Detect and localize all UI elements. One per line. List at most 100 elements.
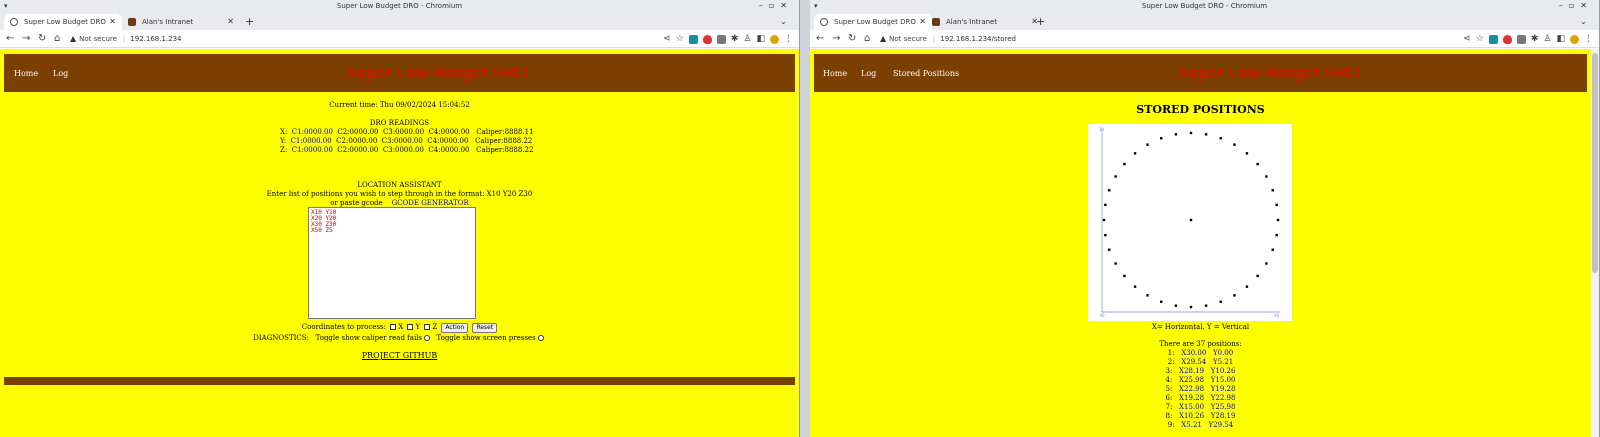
window-menu-icon[interactable]: ▾: [4, 0, 8, 12]
puzzle-icon[interactable]: ✱: [731, 34, 739, 44]
close-tab-icon[interactable]: ✕: [227, 14, 234, 30]
share-icon[interactable]: ⋖: [1463, 34, 1471, 44]
positions-list: 1: X30.00 Y0.00 2: X29.54 Y5.21 3: X28.19 …: [810, 349, 1591, 430]
tab-strip: Super Low Budget DRO ✕ Alan's Intranet ✕…: [810, 12, 1599, 30]
plot-point: [1204, 133, 1208, 136]
reload-icon[interactable]: ↻: [848, 32, 856, 46]
dro-c1-y[interactable]: C1:0000.00: [291, 137, 332, 145]
toggle-screen-radio[interactable]: [537, 335, 544, 341]
sidebar-icon[interactable]: ◧: [1556, 34, 1565, 44]
tab-dro[interactable]: Super Low Budget DRO ✕: [4, 14, 122, 30]
tab-search-icon[interactable]: ⌄: [780, 14, 787, 30]
reload-icon[interactable]: ↻: [38, 32, 46, 46]
forward-icon[interactable]: →: [22, 32, 30, 46]
share-icon[interactable]: ⋖: [663, 34, 671, 44]
dro-c1-x[interactable]: C1:0000.00: [292, 128, 333, 136]
position-row: 9: X5.21 Y29.54: [810, 421, 1591, 430]
flask-icon[interactable]: ♙: [743, 34, 751, 44]
count-text: There are 37 positions:: [1159, 340, 1242, 348]
diagnostics-row: DIAGNOSTICS: Toggle show caliper read fa…: [0, 334, 799, 343]
dro-heading: DRO READINGS: [369, 119, 430, 127]
back-icon[interactable]: ←: [816, 32, 824, 46]
shield-icon[interactable]: [1502, 34, 1512, 44]
menu-home[interactable]: Home: [823, 69, 847, 78]
project-github-link[interactable]: PROJECT GITHUB: [0, 351, 799, 360]
flask-icon[interactable]: ♙: [1543, 34, 1551, 44]
position-x[interactable]: X29.54: [1181, 358, 1206, 366]
window-controls[interactable]: –▫✕: [1559, 0, 1593, 12]
new-tab-icon[interactable]: +: [245, 14, 254, 30]
menu-stored-positions[interactable]: Stored Positions: [893, 69, 959, 78]
new-tab-icon[interactable]: +: [1036, 14, 1045, 30]
window-controls[interactable]: –▫✕: [759, 0, 793, 12]
position-y[interactable]: Y29.54: [1209, 421, 1234, 429]
position-index: 1:: [1167, 349, 1175, 357]
window-title: Super Low Budget DRO - Chromium: [1141, 2, 1268, 10]
close-tab-icon[interactable]: ✕: [919, 14, 926, 30]
star-icon[interactable]: ☆: [676, 34, 684, 44]
tab-search-icon[interactable]: ⌄: [1580, 14, 1587, 30]
scrollbar[interactable]: [1591, 49, 1599, 437]
forward-icon[interactable]: →: [832, 32, 840, 46]
menu-log[interactable]: Log: [861, 69, 876, 78]
reset-button[interactable]: Reset: [472, 323, 498, 333]
tab-dro[interactable]: Super Low Budget DRO ✕: [814, 14, 932, 30]
extension-icon[interactable]: [688, 34, 698, 44]
plot-point: [1133, 285, 1137, 288]
position-y[interactable]: Y5.21: [1213, 358, 1233, 366]
back-icon[interactable]: ←: [6, 32, 14, 46]
position-x[interactable]: X10.26: [1179, 412, 1204, 420]
checkbox-z[interactable]: [424, 324, 431, 330]
position-x[interactable]: X15.00: [1179, 403, 1204, 411]
position-x[interactable]: X30.00: [1181, 349, 1206, 357]
shield-icon[interactable]: [702, 34, 712, 44]
tab-intranet[interactable]: Alan's Intranet ✕: [926, 14, 1044, 30]
address-bar[interactable]: ▲ Not secure | 192.168.1.234: [70, 32, 629, 46]
extension-icon[interactable]: [1488, 34, 1498, 44]
menu-home[interactable]: Home: [14, 69, 38, 78]
checkbox-x[interactable]: [390, 324, 397, 330]
position-x[interactable]: X5.21: [1181, 421, 1202, 429]
position-y[interactable]: Y19.28: [1211, 385, 1236, 393]
position-x[interactable]: X28.19: [1179, 367, 1204, 375]
kebab-menu-icon[interactable]: ⋮: [1584, 34, 1593, 44]
position-x[interactable]: X19.28: [1179, 394, 1204, 402]
intranet-favicon-icon: [932, 18, 940, 26]
tab-intranet[interactable]: Alan's Intranet ✕: [122, 14, 240, 30]
window-menu-icon[interactable]: ▾: [814, 0, 818, 12]
gcode-generator-link[interactable]: GCODE GENERATOR: [392, 199, 469, 207]
position-x[interactable]: X25.98: [1179, 376, 1204, 384]
position-y[interactable]: Y10.26: [1211, 367, 1236, 375]
puzzle-icon[interactable]: ✱: [1531, 34, 1539, 44]
position-x[interactable]: X22.98: [1179, 385, 1204, 393]
kebab-menu-icon[interactable]: ⋮: [784, 34, 793, 44]
toggle-caliper-radio[interactable]: [424, 335, 431, 341]
extensions-area: ⋖ ☆ ✱ ♙ ◧ ⋮: [663, 33, 793, 45]
extension-icon[interactable]: [1516, 34, 1526, 44]
action-button[interactable]: Action: [441, 323, 469, 333]
dro-c1-z[interactable]: C1:0000.00: [292, 146, 333, 154]
address-bar[interactable]: ▲ Not secure | 192.168.1.234/stored: [880, 32, 1429, 46]
checkbox-y[interactable]: [407, 324, 414, 330]
sidebar-icon[interactable]: ◧: [756, 34, 765, 44]
home-icon[interactable]: ⌂: [54, 32, 60, 46]
close-tab-icon[interactable]: ✕: [109, 14, 116, 30]
position-y[interactable]: Y15.00: [1211, 376, 1236, 384]
extension-icon[interactable]: [716, 34, 726, 44]
position-index: 2:: [1167, 358, 1175, 366]
plot-point: [1233, 143, 1236, 146]
positions-textarea[interactable]: X10 Y10 X20 Y20 X30 Z30 X50 Z5: [308, 207, 476, 319]
scrollbar-thumb[interactable]: [1592, 53, 1598, 273]
position-y[interactable]: Y0.00: [1213, 349, 1233, 357]
position-y[interactable]: Y22.98: [1211, 394, 1236, 402]
star-icon[interactable]: ☆: [1476, 34, 1484, 44]
home-icon[interactable]: ⌂: [864, 32, 870, 46]
menu-log[interactable]: Log: [53, 69, 68, 78]
profile-avatar[interactable]: [1570, 34, 1579, 44]
checkbox-x-label: X: [398, 323, 404, 331]
profile-avatar[interactable]: [770, 34, 779, 44]
position-y[interactable]: Y28.19: [1211, 412, 1236, 420]
extensions-area: ⋖ ☆ ✱ ♙ ◧ ⋮: [1463, 33, 1593, 45]
position-y[interactable]: Y25.98: [1211, 403, 1236, 411]
separator: |: [932, 35, 936, 43]
